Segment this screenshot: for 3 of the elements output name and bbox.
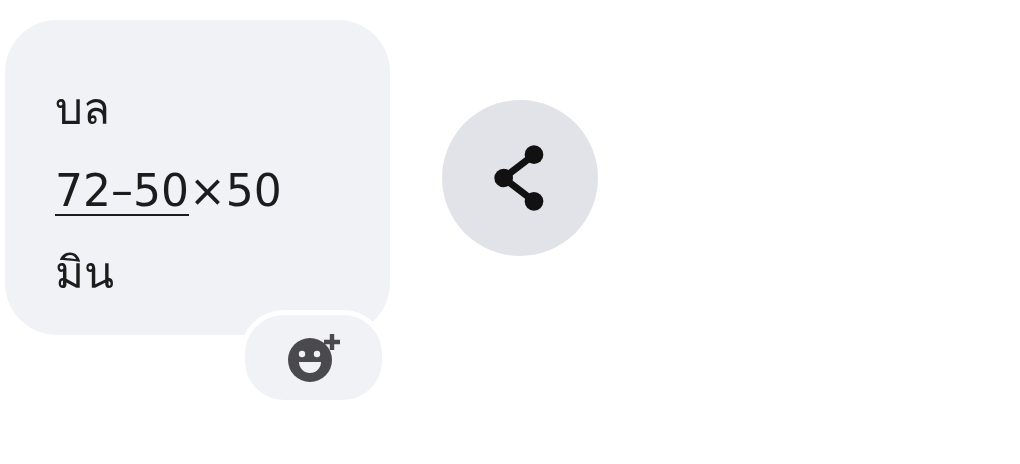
add-emoji-icon	[285, 331, 342, 384]
message-text: บล 72–50×50 มิน	[55, 82, 282, 300]
link[interactable]: 72–50	[55, 165, 189, 216]
